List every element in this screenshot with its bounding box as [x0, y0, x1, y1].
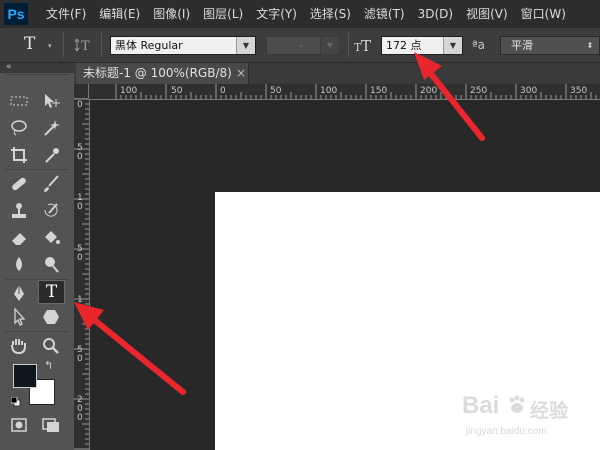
watermark-url: jingyan.baidu.com — [466, 426, 547, 437]
arrow-to-font-size — [414, 52, 485, 141]
paw-icon — [506, 394, 528, 416]
arrow-to-type-tool — [74, 302, 186, 395]
watermark-brand-suffix: 经验 — [530, 400, 569, 422]
baidu-jingyan-watermark: Bai 经验 jingyan.baidu.com — [462, 388, 600, 450]
annotation-arrows — [74, 52, 485, 395]
watermark-brand: Bai — [462, 392, 500, 419]
